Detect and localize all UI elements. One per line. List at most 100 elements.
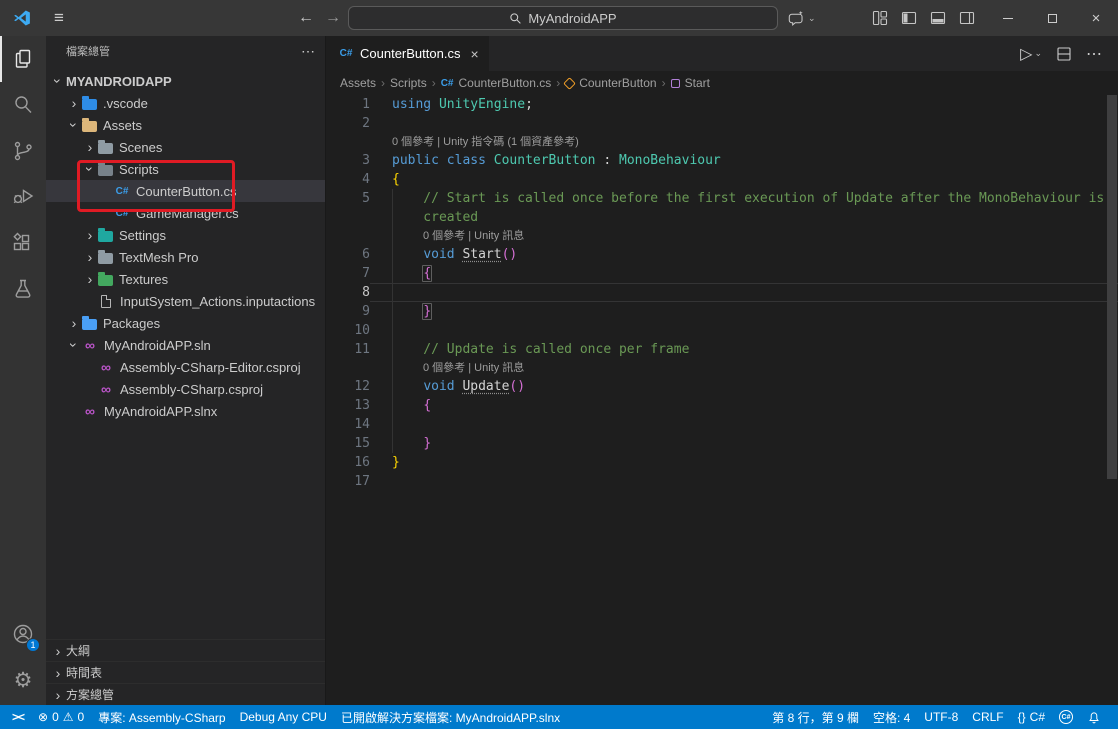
code-text: using UnityEngine; [370, 95, 1118, 114]
panel-solution-explorer[interactable]: › 方案總管 [46, 683, 325, 705]
panel-outline[interactable]: › 大綱 [46, 639, 325, 661]
settings-button[interactable]: ⚙ [0, 657, 46, 703]
tree-item-inputsystem_actions.inputactions[interactable]: ›InputSystem_Actions.inputactions [46, 290, 325, 312]
codelens-text[interactable]: 0 個參考 | Unity 訊息 [370, 359, 1118, 377]
testing-activity-button[interactable] [0, 266, 46, 312]
code-text: void Update() [370, 377, 1118, 396]
breadcrumb-class[interactable]: CounterButton [579, 76, 656, 90]
csharp-file-icon: C# [114, 186, 130, 197]
chevron-down-icon[interactable]: › [67, 337, 81, 353]
chevron-right-icon[interactable]: › [82, 250, 98, 264]
build-config-status[interactable]: Debug Any CPU [233, 705, 334, 729]
back-arrow-icon[interactable]: ← [293, 0, 319, 36]
chevron-right-icon[interactable]: › [82, 228, 98, 242]
minimize-button[interactable] [986, 0, 1030, 36]
csdevkit-status[interactable]: C# [1052, 705, 1080, 729]
eol-status[interactable]: CRLF [965, 705, 1010, 729]
line-number: 17 [326, 472, 370, 491]
code-text: } [370, 302, 1118, 321]
chevron-down-icon[interactable]: › [83, 161, 97, 177]
problems-indicator[interactable]: ⊗ 0 ⚠ 0 [31, 705, 91, 729]
chevron-down-icon[interactable]: › [51, 73, 65, 89]
codelens-text[interactable]: 0 個參考 | Unity 指令碼 (1 個資產參考) [370, 133, 1118, 151]
project-status[interactable]: 專案: Assembly-CSharp [91, 705, 232, 729]
chevron-right-icon[interactable]: › [66, 316, 82, 330]
run-debug-activity-button[interactable] [0, 174, 46, 220]
toggle-secondary-sidebar-icon[interactable] [959, 10, 975, 26]
search-activity-button[interactable] [0, 82, 46, 128]
line-number: 1 [326, 95, 370, 114]
tree-item-myandroidapp[interactable]: ›MYANDROIDAPP [46, 70, 325, 92]
panel-timeline[interactable]: › 時間表 [46, 661, 325, 683]
menu-icon[interactable]: ≡ [44, 0, 74, 36]
chevron-right-icon[interactable]: › [66, 96, 82, 110]
tree-item-myandroidapp.sln[interactable]: ›∞MyAndroidAPP.sln [46, 334, 325, 356]
indentation-status[interactable]: 空格: 4 [866, 705, 917, 729]
customize-layout-icon[interactable] [872, 10, 888, 26]
tree-item-myandroidapp.slnx[interactable]: ›∞MyAndroidAPP.slnx [46, 400, 325, 422]
close-tab-icon[interactable]: × [470, 46, 478, 62]
encoding-status[interactable]: UTF-8 [917, 705, 965, 729]
tree-item-label: TextMesh Pro [119, 250, 198, 265]
toggle-primary-sidebar-icon[interactable] [901, 10, 917, 26]
folder-icon [98, 165, 113, 176]
split-editor-icon[interactable] [1056, 46, 1072, 62]
breadcrumb-file[interactable]: CounterButton.cs [459, 76, 552, 90]
folder-icon [82, 319, 97, 330]
code-text [370, 114, 1118, 133]
language-mode[interactable]: {} C# [1011, 705, 1052, 729]
line-number: 9 [326, 302, 370, 321]
explorer-activity-button[interactable] [0, 36, 46, 82]
chevron-right-icon[interactable]: › [82, 272, 98, 286]
extensions-activity-button[interactable] [0, 220, 46, 266]
chevron-right-icon[interactable]: › [82, 140, 98, 154]
csharp-file-icon: C# [114, 208, 130, 219]
more-actions-icon[interactable]: ⋯ [1086, 44, 1102, 64]
source-control-activity-button[interactable] [0, 128, 46, 174]
notifications-button[interactable] [1080, 705, 1108, 729]
account-button[interactable]: 1 [0, 611, 46, 657]
explorer-tree: ›MYANDROIDAPP›.vscode›Assets›Scenes›Scri… [46, 66, 325, 422]
line-number: 3 [326, 151, 370, 170]
tree-item-gamemanager.cs[interactable]: ›C#GameManager.cs [46, 202, 325, 224]
cursor-position[interactable]: 第 8 行，第 9 欄 [765, 705, 866, 729]
extensions-icon [11, 231, 35, 255]
solution-status[interactable]: 已開啟解決方案檔案: MyAndroidAPP.slnx [334, 705, 567, 729]
codelens-text[interactable]: 0 個參考 | Unity 訊息 [370, 227, 1118, 245]
close-button[interactable]: × [1074, 0, 1118, 36]
tree-item-assembly-csharp-editor.csproj[interactable]: ›∞Assembly-CSharp-Editor.csproj [46, 356, 325, 378]
run-button[interactable]: ▷ ⌄ [1020, 44, 1042, 64]
activity-bar-bottom: 1 ⚙ [0, 611, 46, 703]
copilot-button[interactable]: ⌄ [788, 0, 816, 36]
toggle-panel-icon[interactable] [930, 10, 946, 26]
remote-indicator[interactable]: >< [10, 705, 31, 729]
tree-item-.vscode[interactable]: › .vscode [46, 92, 325, 114]
maximize-button[interactable] [1030, 0, 1074, 36]
tree-item-scripts[interactable]: ›Scripts [46, 158, 325, 180]
tree-item-counterbutton.cs[interactable]: ›C#CounterButton.cs [46, 180, 325, 202]
chevron-right-icon: › [50, 644, 66, 658]
editor-scrollbar[interactable] [1107, 95, 1117, 479]
tree-item-assets[interactable]: ›Assets [46, 114, 325, 136]
tree-item-textures[interactable]: ›Textures [46, 268, 325, 290]
forward-arrow-icon[interactable]: → [320, 0, 346, 36]
more-actions-icon[interactable]: ⋯ [301, 43, 315, 60]
tree-item-settings[interactable]: ›Settings [46, 224, 325, 246]
breadcrumb-method[interactable]: Start [685, 76, 710, 90]
status-bar-right: 第 8 行，第 9 欄 空格: 4 UTF-8 CRLF {} C# C# [765, 705, 1108, 729]
tree-item-label: .vscode [103, 96, 148, 111]
code-text: } [370, 453, 1118, 472]
tree-item-packages[interactable]: ›Packages [46, 312, 325, 334]
tree-item-scenes[interactable]: ›Scenes [46, 136, 325, 158]
code-editor[interactable]: 1using UnityEngine;20 個參考 | Unity 指令碼 (1… [326, 95, 1118, 705]
breadcrumb-assets[interactable]: Assets [340, 76, 376, 90]
tree-item-label: MyAndroidAPP.slnx [104, 404, 217, 419]
code-text: { [370, 264, 1118, 283]
breadcrumb-scripts[interactable]: Scripts [390, 76, 427, 90]
command-center-search[interactable]: MyAndroidAPP [348, 6, 778, 30]
line-number: 12 [326, 377, 370, 396]
tree-item-textmesh-pro[interactable]: › TextMesh Pro [46, 246, 325, 268]
tab-counterbutton[interactable]: C# CounterButton.cs × [326, 36, 489, 71]
chevron-down-icon[interactable]: › [67, 117, 81, 133]
tree-item-assembly-csharp.csproj[interactable]: ›∞Assembly-CSharp.csproj [46, 378, 325, 400]
